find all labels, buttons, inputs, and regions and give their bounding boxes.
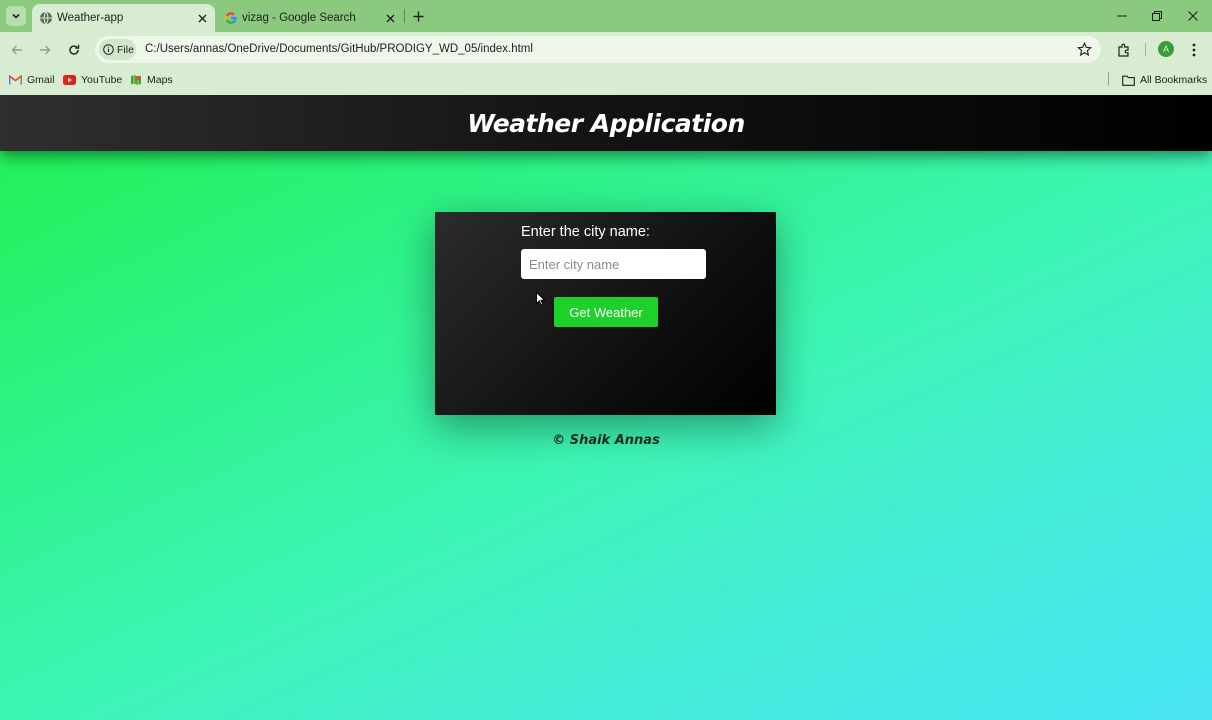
all-bookmarks-label: All Bookmarks [1140,74,1208,86]
tab-title: vizag - Google Search [242,12,356,24]
minimize-icon [1117,15,1127,17]
close-icon [386,14,394,22]
profile-avatar[interactable]: A [1158,41,1174,57]
minimize-button[interactable] [1114,8,1130,24]
url-text: C:/Users/annas/OneDrive/Documents/GitHub… [145,43,533,55]
close-tab-button[interactable] [194,10,210,26]
maps-icon [131,75,141,85]
tab-separator [404,9,405,23]
youtube-icon [63,75,76,85]
restore-button[interactable] [1149,8,1165,24]
city-input[interactable] [521,249,706,279]
menu-button[interactable] [1185,41,1203,59]
tab-strip: Weather-app vizag - Google Search [0,0,1212,32]
bookmark-star-icon[interactable] [1077,42,1092,57]
reload-icon [69,44,80,55]
puzzle-icon [1118,43,1129,57]
address-bar[interactable]: File C:/Users/annas/OneDrive/Documents/G… [95,36,1101,63]
bookmark-label: Gmail [27,74,55,86]
bookmark-gmail[interactable]: Gmail [9,74,54,86]
gmail-icon [9,75,22,85]
browser-toolbar: File C:/Users/annas/OneDrive/Documents/G… [0,32,1212,67]
tab-weather-app[interactable]: Weather-app [32,4,215,32]
new-tab-button[interactable] [410,8,426,24]
chevron-down-icon [12,13,20,19]
page-content: Weather Application Enter the city name:… [0,95,1212,720]
google-icon [225,12,237,24]
bookmarks-separator [1108,72,1109,86]
arrow-right-icon [40,45,51,55]
close-tab-button[interactable] [382,10,398,26]
close-icon [1188,11,1198,21]
bookmark-label: YouTube [81,74,123,86]
tab-google-search[interactable]: vizag - Google Search [217,4,403,32]
tab-title: Weather-app [57,12,124,24]
extensions-button[interactable] [1115,41,1133,59]
arrow-left-icon [11,45,22,55]
back-button[interactable] [8,41,26,59]
globe-icon [40,11,52,25]
forward-button[interactable] [36,41,54,59]
bookmarks-bar: Gmail YouTube Maps All Bookmarks [0,67,1212,95]
mouse-cursor-icon [536,292,546,306]
page-title: Weather Application [467,108,745,138]
close-icon [198,14,206,22]
footer-credit: © Shaik Annas [552,433,660,448]
site-info-chip[interactable]: File [99,39,136,60]
bookmark-label: Maps [147,74,173,86]
plus-icon [413,11,423,21]
folder-icon [1122,75,1135,86]
bookmark-youtube[interactable]: YouTube [63,74,122,86]
city-label: Enter the city name: [521,224,650,240]
weather-card: Enter the city name: Get Weather [435,212,776,415]
more-vertical-icon [1192,43,1196,57]
toolbar-separator [1145,43,1146,56]
all-bookmarks-button[interactable]: All Bookmarks [1122,74,1207,86]
get-weather-button[interactable]: Get Weather [554,297,658,327]
site-chip-label: File [117,43,134,56]
info-icon [103,44,114,55]
bookmark-maps[interactable]: Maps [130,74,173,86]
restore-icon [1152,11,1162,21]
app-header: Weather Application [0,95,1212,151]
tab-search-button[interactable] [6,6,26,26]
reload-button[interactable] [65,41,83,59]
close-window-button[interactable] [1185,8,1201,24]
